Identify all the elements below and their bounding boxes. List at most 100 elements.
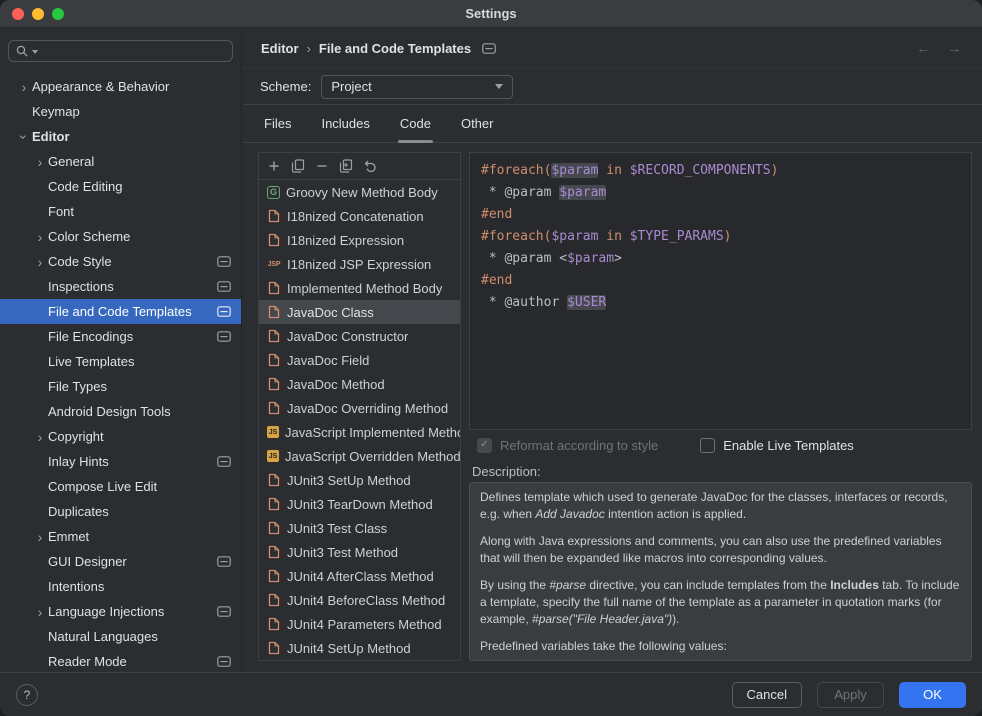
template-junit4-setup-method[interactable]: JUnit4 SetUp Method: [259, 636, 460, 660]
breadcrumb-root[interactable]: Editor: [261, 41, 299, 56]
close-window-button[interactable]: [12, 8, 24, 20]
sidebar-item-color-scheme[interactable]: ›Color Scheme: [0, 224, 241, 249]
forward-icon: →: [947, 40, 962, 57]
template-junit3-test-method[interactable]: JUnit3 Test Method: [259, 540, 460, 564]
screen-icon: [217, 281, 231, 292]
template-groovy-new-method-body[interactable]: GGroovy New Method Body: [259, 180, 460, 204]
sidebar-item-gui-designer[interactable]: GUI Designer: [0, 549, 241, 574]
sidebar-item-file-and-code-templates[interactable]: File and Code Templates: [0, 299, 241, 324]
enable-live-templates-label: Enable Live Templates: [723, 438, 854, 453]
tab-code[interactable]: Code: [398, 105, 433, 142]
template-label: JavaDoc Class: [287, 305, 374, 320]
settings-window: Settings ›Appearance & BehaviorKeymap›Ed…: [0, 0, 982, 716]
sidebar-item-copyright[interactable]: ›Copyright: [0, 424, 241, 449]
sidebar-item-inlay-hints[interactable]: Inlay Hints: [0, 449, 241, 474]
chevron-right-icon[interactable]: ›: [32, 154, 48, 170]
sidebar-item-label: Copyright: [48, 429, 104, 444]
chevron-right-icon[interactable]: ›: [32, 229, 48, 245]
template-junit3-teardown-method[interactable]: JUnit3 TearDown Method: [259, 492, 460, 516]
chevron-right-icon[interactable]: ›: [32, 604, 48, 620]
settings-tree: ›Appearance & BehaviorKeymap›Editor›Gene…: [0, 74, 241, 672]
sidebar-item-file-types[interactable]: File Types: [0, 374, 241, 399]
copy-template-button[interactable]: [286, 155, 309, 177]
tab-includes[interactable]: Includes: [319, 105, 371, 142]
template-junit3-setup-method[interactable]: JUnit3 SetUp Method: [259, 468, 460, 492]
duplicate-template-button[interactable]: [334, 155, 357, 177]
sidebar-item-android-design-tools[interactable]: Android Design Tools: [0, 399, 241, 424]
sidebar-item-inspections[interactable]: Inspections: [0, 274, 241, 299]
template-i18nized-jsp-expression[interactable]: JSPI18nized JSP Expression: [259, 252, 460, 276]
remove-template-button[interactable]: [310, 155, 333, 177]
sidebar-item-code-editing[interactable]: Code Editing: [0, 174, 241, 199]
sidebar-item-intentions[interactable]: Intentions: [0, 574, 241, 599]
sidebar-item-editor[interactable]: ›Editor: [0, 124, 241, 149]
reset-template-button[interactable]: [358, 155, 381, 177]
template-javadoc-class[interactable]: JavaDoc Class: [259, 300, 460, 324]
description-paragraph: Along with Java expressions and comments…: [480, 533, 961, 567]
sidebar-item-language-injections[interactable]: ›Language Injections: [0, 599, 241, 624]
sidebar-item-natural-languages[interactable]: Natural Languages: [0, 624, 241, 649]
template-javadoc-overriding-method[interactable]: JavaDoc Overriding Method: [259, 396, 460, 420]
template-javascript-overridden-method-body[interactable]: JSJavaScript Overridden Method Body: [259, 444, 460, 468]
settings-search-field[interactable]: [8, 40, 233, 62]
javascript-icon: JS: [267, 450, 279, 462]
sidebar-item-duplicates[interactable]: Duplicates: [0, 499, 241, 524]
sidebar-item-code-style[interactable]: ›Code Style: [0, 249, 241, 274]
enable-live-templates-checkbox[interactable]: [700, 438, 715, 453]
chevron-right-icon[interactable]: ›: [16, 79, 32, 95]
template-javascript-implemented-method-body[interactable]: JSJavaScript Implemented Method Body: [259, 420, 460, 444]
scheme-dropdown[interactable]: Project: [321, 75, 513, 99]
help-button[interactable]: ?: [16, 684, 38, 706]
sidebar-item-label: Android Design Tools: [48, 404, 171, 419]
sidebar-item-general[interactable]: ›General: [0, 149, 241, 174]
sidebar-item-appearance-behavior[interactable]: ›Appearance & Behavior: [0, 74, 241, 99]
settings-sidebar: ›Appearance & BehaviorKeymap›Editor›Gene…: [0, 28, 242, 672]
template-implemented-method-body[interactable]: Implemented Method Body: [259, 276, 460, 300]
template-options: ✓ Reformat according to style Enable Liv…: [469, 430, 972, 460]
sidebar-item-keymap[interactable]: Keymap: [0, 99, 241, 124]
template-label: I18nized Expression: [287, 233, 404, 248]
chevron-right-icon[interactable]: ›: [32, 429, 48, 445]
add-template-button[interactable]: [262, 155, 285, 177]
template-i18nized-concatenation[interactable]: I18nized Concatenation: [259, 204, 460, 228]
template-i18nized-expression[interactable]: I18nized Expression: [259, 228, 460, 252]
file-template-icon: [267, 545, 281, 559]
tab-other[interactable]: Other: [459, 105, 496, 142]
zoom-window-button[interactable]: [52, 8, 64, 20]
template-junit4-parameters-method[interactable]: JUnit4 Parameters Method: [259, 612, 460, 636]
description-paragraph: Defines template which used to generate …: [480, 489, 961, 523]
screen-icon: [482, 43, 496, 54]
chevron-right-icon[interactable]: ›: [32, 529, 48, 545]
breadcrumb: Editor › File and Code Templates: [261, 41, 496, 56]
template-javadoc-field[interactable]: JavaDoc Field: [259, 348, 460, 372]
sidebar-item-live-templates[interactable]: Live Templates: [0, 349, 241, 374]
sidebar-item-font[interactable]: Font: [0, 199, 241, 224]
settings-search-input[interactable]: [45, 44, 226, 59]
template-code-editor[interactable]: #foreach($param in $RECORD_COMPONENTS) *…: [469, 152, 972, 430]
sidebar-item-label: Emmet: [48, 529, 89, 544]
template-junit3-test-class[interactable]: JUnit3 Test Class: [259, 516, 460, 540]
footer-buttons: Cancel Apply OK: [732, 682, 966, 708]
screen-icon: [217, 306, 231, 317]
tab-files[interactable]: Files: [262, 105, 293, 142]
titlebar: Settings: [0, 0, 982, 28]
sidebar-item-reader-mode[interactable]: Reader Mode: [0, 649, 241, 672]
scheme-row: Scheme: Project: [243, 69, 982, 105]
template-junit4-afterclass-method[interactable]: JUnit4 AfterClass Method: [259, 564, 460, 588]
chevron-down-icon[interactable]: ›: [16, 129, 32, 145]
template-label: JUnit3 Test Method: [287, 545, 398, 560]
cancel-button[interactable]: Cancel: [732, 682, 802, 708]
template-javadoc-constructor[interactable]: JavaDoc Constructor: [259, 324, 460, 348]
history-nav: ← →: [916, 40, 964, 57]
sidebar-item-emmet[interactable]: ›Emmet: [0, 524, 241, 549]
sidebar-item-file-encodings[interactable]: File Encodings: [0, 324, 241, 349]
sidebar-item-label: File and Code Templates: [48, 304, 192, 319]
template-junit4-beforeclass-method[interactable]: JUnit4 BeforeClass Method: [259, 588, 460, 612]
back-icon: ←: [916, 40, 931, 57]
minimize-window-button[interactable]: [32, 8, 44, 20]
chevron-right-icon[interactable]: ›: [32, 254, 48, 270]
sidebar-item-compose-live-edit[interactable]: Compose Live Edit: [0, 474, 241, 499]
description-box[interactable]: Defines template which used to generate …: [469, 482, 972, 661]
ok-button[interactable]: OK: [899, 682, 966, 708]
template-javadoc-method[interactable]: JavaDoc Method: [259, 372, 460, 396]
